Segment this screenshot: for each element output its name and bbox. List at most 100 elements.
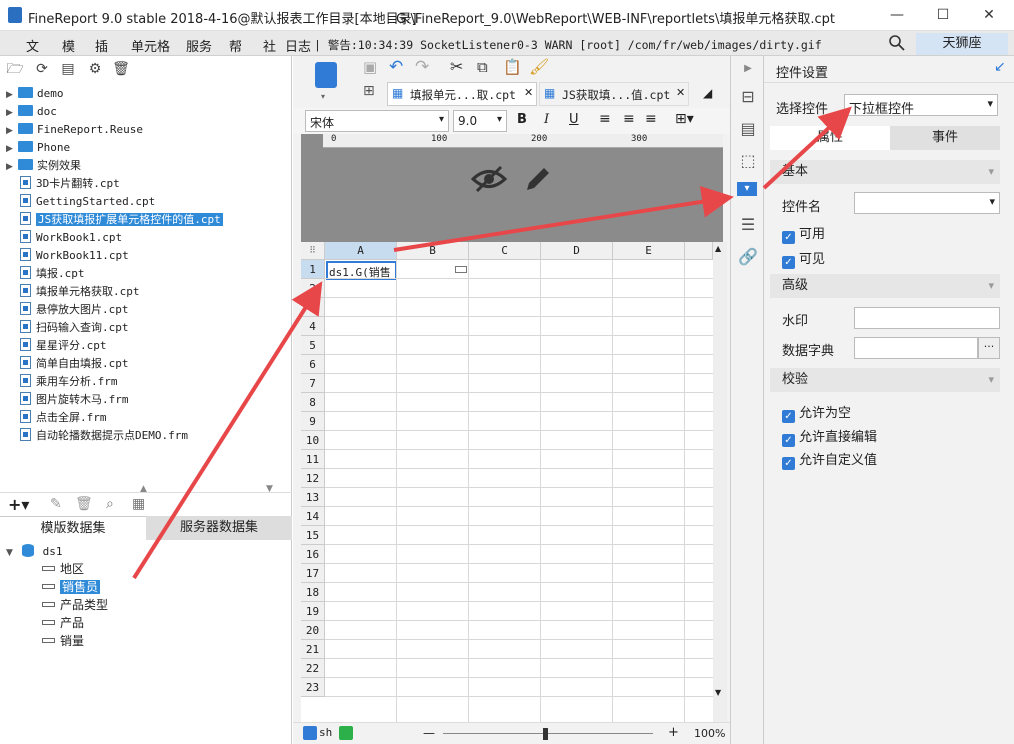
tree-file[interactable]: GettingStarted.cpt: [20, 192, 155, 210]
tree-file[interactable]: WorkBook1.cpt: [20, 228, 122, 246]
row-header[interactable]: 18: [301, 583, 325, 602]
edit-pencil-icon[interactable]: [523, 164, 553, 194]
allow-empty-checkbox[interactable]: ✓ 允许为空: [782, 402, 851, 423]
tree-file-selected[interactable]: JS获取填报扩展单元格控件的值.cpt: [20, 210, 223, 228]
minimize-button[interactable]: —: [874, 0, 920, 31]
widget-name-input[interactable]: ▾: [854, 192, 1000, 214]
row-header[interactable]: 7: [301, 374, 325, 393]
tree-folder[interactable]: ▶ FineReport.Reuse: [6, 120, 143, 138]
zoom-in-icon[interactable]: +: [668, 725, 679, 740]
italic-icon[interactable]: I: [544, 112, 549, 127]
tab-report-2[interactable]: ▦ JS获取填...值.cpt ✕: [539, 82, 689, 106]
collapse-panel-icon[interactable]: ↙: [994, 59, 1006, 75]
field-item[interactable]: 销量: [42, 632, 84, 650]
report-type-icon[interactable]: [315, 62, 337, 88]
allow-direct-edit-checkbox[interactable]: ✓ 允许直接编辑: [782, 426, 877, 447]
field-item[interactable]: 产品: [42, 614, 84, 632]
dropdown-widget-icon[interactable]: [455, 266, 467, 273]
zoom-slider[interactable]: [443, 733, 653, 734]
menu-community[interactable]: 社: [263, 36, 276, 55]
dataset-node[interactable]: ▼ ds1: [6, 542, 63, 560]
row-header[interactable]: 13: [301, 488, 325, 507]
zoom-slider-handle[interactable]: [543, 728, 548, 740]
tab-template-dataset[interactable]: 模版数据集: [0, 516, 146, 540]
tree-file[interactable]: 悬停放大图片.cpt: [20, 300, 129, 318]
row-header[interactable]: 22: [301, 659, 325, 678]
hyperlink-icon[interactable]: 🔗: [737, 246, 759, 268]
tree-file[interactable]: 自动轮播数据提示点DEMO.frm: [20, 426, 188, 444]
row-header[interactable]: 1: [301, 260, 325, 279]
search-icon[interactable]: [888, 34, 906, 52]
tree-file[interactable]: 3D卡片翻转.cpt: [20, 174, 120, 192]
row-header[interactable]: 12: [301, 469, 325, 488]
expand-right-icon[interactable]: ▶: [737, 58, 759, 80]
close-button[interactable]: ✕: [966, 0, 1012, 31]
border-icon[interactable]: ⊞▾: [675, 111, 694, 127]
settings-icon[interactable]: ⚙: [86, 60, 104, 78]
zoom-out-icon[interactable]: —: [423, 726, 435, 740]
tab-events[interactable]: 事件: [890, 126, 1000, 150]
tree-folder[interactable]: ▶ demo: [6, 84, 64, 102]
delete-dataset-icon[interactable]: 🗑: [75, 496, 93, 512]
align-center-icon[interactable]: ≡: [623, 111, 635, 127]
tab-report-1[interactable]: ▦ 填报单元...取.cpt ✕: [387, 82, 537, 106]
font-size-select[interactable]: 9.0 ▾: [453, 110, 507, 132]
row-header[interactable]: 17: [301, 564, 325, 583]
data-dict-input[interactable]: [854, 337, 978, 359]
visible-checkbox[interactable]: ✓ 可见: [782, 248, 825, 269]
widget-settings-icon[interactable]: ▾: [737, 182, 757, 196]
row-header[interactable]: 20: [301, 621, 325, 640]
vertical-scrollbar[interactable]: ▲ ▼: [713, 242, 727, 722]
select-all-corner[interactable]: ⠿: [301, 242, 325, 260]
cell-attribute-icon[interactable]: ▤: [737, 118, 759, 140]
copy-icon[interactable]: ⧉: [477, 58, 488, 76]
enabled-checkbox[interactable]: ✓ 可用: [782, 223, 825, 244]
row-header[interactable]: 16: [301, 545, 325, 564]
add-form-sheet-icon[interactable]: [339, 726, 353, 740]
menu-cell[interactable]: 单元格: [131, 36, 170, 55]
tree-folder[interactable]: ▶ doc: [6, 102, 57, 120]
watermark-input[interactable]: [854, 307, 1000, 329]
paste-icon[interactable]: 📋: [503, 58, 522, 76]
row-header[interactable]: 3: [301, 298, 325, 317]
row-header[interactable]: 6: [301, 355, 325, 374]
widget-type-select[interactable]: 下拉框控件 ▾: [844, 94, 998, 117]
column-header[interactable]: A: [325, 242, 397, 260]
close-tab-icon[interactable]: ✕: [676, 86, 685, 99]
redo-icon[interactable]: ↷: [415, 57, 429, 77]
scroll-down-icon[interactable]: ▼: [715, 688, 721, 697]
scroll-up-icon[interactable]: ▲: [715, 244, 721, 253]
tree-file[interactable]: 点击全屏.frm: [20, 408, 107, 426]
undo-icon[interactable]: ↶: [389, 57, 403, 77]
row-header[interactable]: 15: [301, 526, 325, 545]
save-icon[interactable]: ▣: [363, 58, 377, 76]
row-header[interactable]: 4: [301, 317, 325, 336]
delete-icon[interactable]: 🗑: [112, 60, 130, 78]
allow-custom-checkbox[interactable]: ✓ 允许自定义值: [782, 449, 877, 470]
cut-icon[interactable]: ✂: [450, 57, 463, 76]
field-item[interactable]: 产品类型: [42, 596, 108, 614]
align-right-icon[interactable]: ≡: [645, 111, 657, 127]
row-header[interactable]: 10: [301, 431, 325, 450]
spreadsheet[interactable]: ⠿ A B C D E ds1.G(销售 1 2 3 4 5 6 7 8 9 10 11 12 13 14…: [301, 242, 713, 722]
row-header[interactable]: 11: [301, 450, 325, 469]
tree-folder[interactable]: ▶ 实例效果: [6, 156, 81, 174]
edit-icon[interactable]: ✎: [50, 496, 62, 512]
row-header[interactable]: 9: [301, 412, 325, 431]
format-brush-icon[interactable]: 🖌: [529, 57, 549, 76]
tree-folder[interactable]: ▶ Phone: [6, 138, 70, 156]
add-dataset-icon[interactable]: +▾: [8, 495, 29, 514]
bold-icon[interactable]: B: [517, 112, 527, 127]
tree-file[interactable]: 填报单元格获取.cpt: [20, 282, 140, 300]
tab-menu-icon[interactable]: ◢: [703, 86, 712, 100]
dataset-settings-icon[interactable]: ▦: [132, 496, 145, 512]
open-folder-icon[interactable]: 🗁: [6, 60, 24, 78]
tree-file[interactable]: 填报.cpt: [20, 264, 85, 282]
add-sheet-icon[interactable]: [303, 726, 317, 740]
menu-server[interactable]: 服务: [186, 36, 212, 55]
menu-template[interactable]: 模: [62, 36, 75, 55]
tab-server-dataset[interactable]: 服务器数据集: [146, 516, 292, 540]
tree-file[interactable]: WorkBook11.cpt: [20, 246, 129, 264]
tree-file[interactable]: 乘用车分析.frm: [20, 372, 118, 390]
row-header[interactable]: 19: [301, 602, 325, 621]
